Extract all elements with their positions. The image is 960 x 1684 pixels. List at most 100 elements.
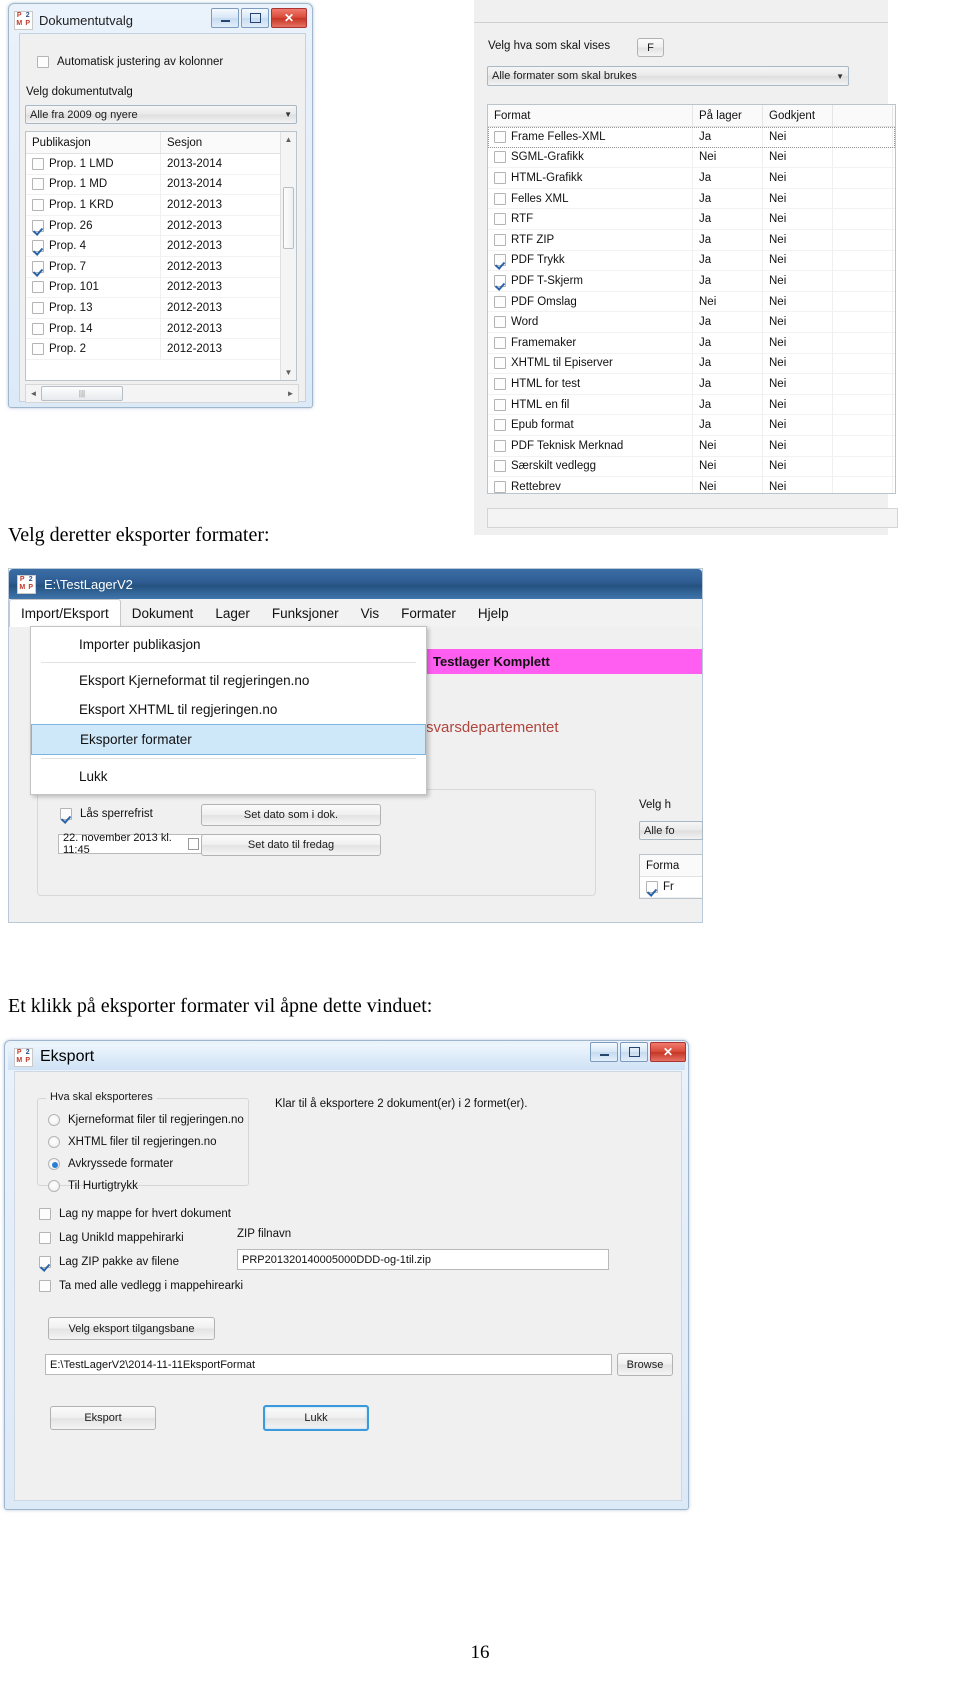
row-checkbox[interactable] xyxy=(32,198,44,211)
dropdown-item-importer-publikasjon[interactable]: Importer publikasjon xyxy=(31,630,426,659)
set-date-friday-button[interactable]: Set dato til fredag xyxy=(201,834,381,856)
menu-item-funksjoner[interactable]: Funksjoner xyxy=(261,599,350,627)
row-checkbox[interactable] xyxy=(494,213,506,226)
dropdown-item-eksport-kjerneformat-til-regjeringen-no[interactable]: Eksport Kjerneformat til regjeringen.no xyxy=(31,666,426,695)
table-row[interactable]: Prop. 1 MD 2013-2014 xyxy=(26,174,296,196)
sperrefrist-date-field[interactable]: 22. november 2013 kl. 11:45 ▼ xyxy=(58,832,213,856)
row-checkbox[interactable] xyxy=(494,233,506,246)
radio-button[interactable] xyxy=(48,1180,60,1192)
export-mode-radio-group[interactable]: Kjerneformat filer til regjeringen.no XHT… xyxy=(48,1109,244,1197)
browse-button[interactable]: Browse xyxy=(617,1353,673,1376)
hscroll-thumb[interactable]: ||| xyxy=(41,386,123,401)
radio-avkryssede-formater[interactable]: Avkryssede formater xyxy=(48,1153,244,1175)
auto-adjust-columns-checkbox[interactable]: Automatisk justering av kolonner xyxy=(37,56,223,68)
radio-button[interactable] xyxy=(48,1114,60,1126)
checkbox-lag-ny-mappe-for-hvert-dokument[interactable]: Lag ny mappe for hvert dokument xyxy=(39,1202,279,1226)
row-checkbox[interactable] xyxy=(494,295,506,308)
menu-item-formater[interactable]: Formater xyxy=(390,599,467,627)
menu-item-dokument[interactable]: Dokument xyxy=(121,599,205,627)
table-row[interactable]: Rettebrev Nei Nei xyxy=(488,477,895,493)
set-date-as-in-doc-button[interactable]: Set dato som i dok. xyxy=(201,804,381,826)
table-row[interactable]: Prop. 26 2012-2013 xyxy=(26,215,296,237)
dropdown-item-lukk[interactable]: Lukk xyxy=(31,762,426,791)
table-row[interactable]: XHTML til Episerver Ja Nei xyxy=(488,353,895,375)
table-row[interactable]: Felles XML Ja Nei xyxy=(488,188,895,210)
dokumentutvalg-select[interactable]: Alle fra 2009 og nyere ▼ xyxy=(25,105,297,124)
row-checkbox[interactable] xyxy=(494,480,506,493)
scroll-up-arrow[interactable]: ▲ xyxy=(281,132,296,147)
checkbox-ta-med-alle-vedlegg-i-mappehirearki[interactable]: Ta med alle vedlegg i mappehirearki xyxy=(39,1274,279,1298)
scroll-down-arrow[interactable]: ▼ xyxy=(281,365,296,380)
lock-sperrefrist-checkbox[interactable]: Lås sperrefrist xyxy=(60,808,153,820)
checkbox-box[interactable] xyxy=(37,56,49,68)
row-checkbox[interactable] xyxy=(32,281,44,294)
scroll-thumb[interactable] xyxy=(283,187,294,249)
row-checkbox[interactable] xyxy=(39,1208,51,1220)
table-row[interactable]: Prop. 14 2012-2013 xyxy=(26,318,296,340)
row-checkbox[interactable] xyxy=(494,439,506,452)
table-row[interactable]: Word Ja Nei xyxy=(488,312,895,333)
row-checkbox[interactable] xyxy=(32,157,44,170)
table-row[interactable]: HTML en fil Ja Nei xyxy=(488,394,895,416)
table-row[interactable]: HTML for test Ja Nei xyxy=(488,374,895,395)
row-checkbox[interactable] xyxy=(494,398,506,411)
table-row[interactable]: Prop. 13 2012-2013 xyxy=(26,298,296,319)
main-menubar[interactable]: Import/Eksport Dokument Lager Funksjoner Vis… xyxy=(9,599,702,628)
row-checkbox[interactable] xyxy=(39,1280,51,1292)
side-filter-select[interactable]: Alle fo xyxy=(639,821,703,840)
list-vertical-scrollbar[interactable]: ▲ ▼ xyxy=(280,132,296,380)
formater-list[interactable]: Format På lager Godkjent Frame Felles-XM… xyxy=(487,104,896,494)
row-checkbox[interactable] xyxy=(494,192,506,205)
row-checkbox[interactable] xyxy=(32,178,44,191)
radio-kjerneformat-filer-til-regjeringen-no[interactable]: Kjerneformat filer til regjeringen.no xyxy=(48,1109,244,1131)
formater-select[interactable]: Alle formater som skal brukes ▼ xyxy=(487,66,849,86)
row-checkbox[interactable] xyxy=(32,260,44,273)
minimize-button[interactable] xyxy=(590,1042,618,1062)
row-checkbox[interactable] xyxy=(39,1256,51,1268)
radio-xhtml-filer-til-regjeringen-no[interactable]: XHTML filer til regjeringen.no xyxy=(48,1131,244,1153)
table-row[interactable]: PDF Teknisk Merknad Nei Nei xyxy=(488,435,895,457)
side-format-list[interactable]: Forma Fr xyxy=(639,854,703,899)
table-row[interactable]: Framemaker Ja Nei xyxy=(488,332,895,354)
table-row[interactable]: SGML-Grafikk Nei Nei xyxy=(488,147,895,169)
publikasjon-horizontal-scrollbar[interactable]: ◄ ||| ► xyxy=(25,384,299,403)
table-row[interactable]: RTF Ja Nei xyxy=(488,209,895,230)
menu-item-import-eksport[interactable]: Import/Eksport xyxy=(9,599,121,628)
menu-item-hjelp[interactable]: Hjelp xyxy=(467,599,520,627)
table-row[interactable]: Prop. 1 LMD 2013-2014 xyxy=(26,154,296,175)
close-button[interactable]: ✕ xyxy=(650,1042,686,1062)
row-checkbox[interactable] xyxy=(39,1232,51,1244)
maximize-button[interactable] xyxy=(620,1042,648,1062)
filter-button[interactable]: F xyxy=(637,38,664,57)
table-row[interactable]: Prop. 1 KRD 2012-2013 xyxy=(26,195,296,216)
row-checkbox[interactable] xyxy=(494,316,506,329)
table-row[interactable]: Prop. 2 2012-2013 xyxy=(26,339,296,360)
table-row[interactable]: Prop. 101 2012-2013 xyxy=(26,277,296,299)
radio-button[interactable] xyxy=(48,1158,60,1170)
table-row[interactable]: PDF Trykk Ja Nei xyxy=(488,250,895,272)
row-checkbox[interactable] xyxy=(494,357,506,370)
radio-button[interactable] xyxy=(48,1136,60,1148)
row-checkbox[interactable] xyxy=(494,377,506,390)
zip-filename-input[interactable]: PRP201320140005000DDD-og-1til.zip xyxy=(237,1249,609,1270)
row-checkbox[interactable] xyxy=(494,419,506,432)
row-checkbox[interactable] xyxy=(494,171,506,184)
row-checkbox[interactable] xyxy=(494,336,506,349)
row-checkbox[interactable] xyxy=(494,130,506,143)
maximize-button[interactable] xyxy=(241,8,269,28)
row-checkbox[interactable] xyxy=(32,322,44,335)
dropdown-item-eksport-xhtml-til-regjeringen-no[interactable]: Eksport XHTML til regjeringen.no xyxy=(31,695,426,724)
hscroll-right-arrow[interactable]: ► xyxy=(283,389,298,398)
close-button[interactable]: ✕ xyxy=(271,8,307,28)
table-row[interactable]: PDF Omslag Nei Nei xyxy=(488,291,895,313)
menu-item-vis[interactable]: Vis xyxy=(350,599,391,627)
row-checkbox[interactable] xyxy=(494,254,506,267)
table-row[interactable]: Prop. 7 2012-2013 xyxy=(26,256,296,278)
row-checkbox[interactable] xyxy=(646,880,658,893)
table-row[interactable]: Særskilt vedlegg Nei Nei xyxy=(488,456,895,478)
dropdown-item-eksporter-formater[interactable]: Eksporter formater xyxy=(31,724,426,755)
table-row[interactable]: HTML-Grafikk Ja Nei xyxy=(488,168,895,189)
radio-til-hurtigtrykk[interactable]: Til Hurtigtrykk xyxy=(48,1175,244,1197)
export-path-input[interactable]: E:\TestLagerV2\2014-11-11EksportFormat xyxy=(45,1354,612,1375)
import-eksport-dropdown-menu[interactable]: Importer publikasjon Eksport Kjerneformat… xyxy=(30,626,427,795)
